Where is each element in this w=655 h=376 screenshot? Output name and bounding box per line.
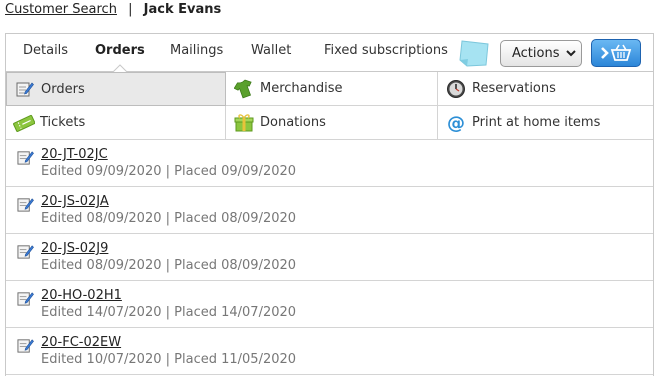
ticket-icon <box>13 114 35 132</box>
order-number-link[interactable]: 20-JS-02JA <box>41 194 109 209</box>
breadcrumb: Customer Search | Jack Evans <box>5 2 221 20</box>
list-item: 20-JS-02JA Edited 08/09/2020 | Placed 08… <box>6 187 653 234</box>
tab-fixed-subscriptions[interactable]: Fixed subscriptions <box>324 43 448 63</box>
tshirt-icon <box>234 79 252 98</box>
category-label-tickets: Tickets <box>40 115 86 130</box>
category-donations[interactable]: Donations <box>226 106 438 140</box>
order-number-link[interactable]: 20-HO-02H1 <box>41 288 122 303</box>
category-reservations[interactable]: Reservations <box>438 72 653 106</box>
list-item: 20-JS-02J9 Edited 08/09/2020 | Placed 08… <box>6 234 653 281</box>
tab-bar: Details Orders Mailings Wallet Fixed sub… <box>6 34 653 72</box>
category-label-print-at-home: Print at home items <box>472 115 601 130</box>
category-grid: Orders Merchandise Reservations Tickets … <box>6 72 653 140</box>
order-icon <box>17 339 34 353</box>
list-item: 20-JT-02JC Edited 09/09/2020 | Placed 09… <box>6 140 653 187</box>
order-dates: Edited 09/09/2020 | Placed 09/09/2020 <box>41 164 297 179</box>
tab-details[interactable]: Details <box>23 43 68 63</box>
basket-button[interactable] <box>591 39 641 67</box>
list-item: 20-FC-02EW Edited 10/07/2020 | Placed 11… <box>6 328 653 375</box>
actions-button[interactable]: Actions <box>500 40 582 67</box>
category-label-merchandise: Merchandise <box>260 81 343 96</box>
order-list: 20-JT-02JC Edited 09/09/2020 | Placed 09… <box>6 140 653 375</box>
active-tab-indicator <box>113 64 127 72</box>
customer-name: Jack Evans <box>143 2 222 17</box>
order-dates: Edited 14/07/2020 | Placed 14/07/2020 <box>41 305 297 320</box>
basket-icon <box>601 44 632 61</box>
svg-text:@: @ <box>447 113 465 133</box>
order-dates: Edited 08/09/2020 | Placed 08/09/2020 <box>41 211 297 226</box>
category-label-reservations: Reservations <box>472 81 556 96</box>
list-item: 20-HO-02H1 Edited 14/07/2020 | Placed 14… <box>6 281 653 328</box>
category-merchandise[interactable]: Merchandise <box>226 72 438 106</box>
category-tickets[interactable]: Tickets <box>6 106 226 140</box>
at-icon: @ <box>447 113 465 133</box>
category-orders[interactable]: Orders <box>6 72 226 106</box>
customer-search-link[interactable]: Customer Search <box>5 2 117 17</box>
actions-label: Actions <box>512 46 560 61</box>
orders-icon <box>16 82 34 97</box>
order-dates: Edited 08/09/2020 | Placed 08/09/2020 <box>41 258 297 273</box>
order-dates: Edited 10/07/2020 | Placed 11/05/2020 <box>41 352 297 367</box>
order-icon <box>17 292 34 306</box>
chevron-down-icon <box>565 50 576 57</box>
order-number-link[interactable]: 20-FC-02EW <box>41 335 121 350</box>
customer-panel: Details Orders Mailings Wallet Fixed sub… <box>5 33 654 376</box>
tab-orders[interactable]: Orders <box>95 43 145 63</box>
tab-wallet[interactable]: Wallet <box>251 43 291 63</box>
sticky-note-icon[interactable] <box>459 38 491 68</box>
gift-icon <box>234 113 254 131</box>
category-label-donations: Donations <box>260 115 326 130</box>
breadcrumb-separator: | <box>128 2 133 17</box>
order-number-link[interactable]: 20-JT-02JC <box>41 147 108 162</box>
order-icon <box>17 198 34 212</box>
order-icon <box>17 151 34 165</box>
order-icon <box>17 245 34 259</box>
category-print-at-home[interactable]: @ Print at home items <box>438 106 653 140</box>
clock-icon <box>447 79 465 98</box>
tab-mailings[interactable]: Mailings <box>170 43 223 63</box>
category-label-orders: Orders <box>41 81 85 97</box>
order-number-link[interactable]: 20-JS-02J9 <box>41 241 108 256</box>
